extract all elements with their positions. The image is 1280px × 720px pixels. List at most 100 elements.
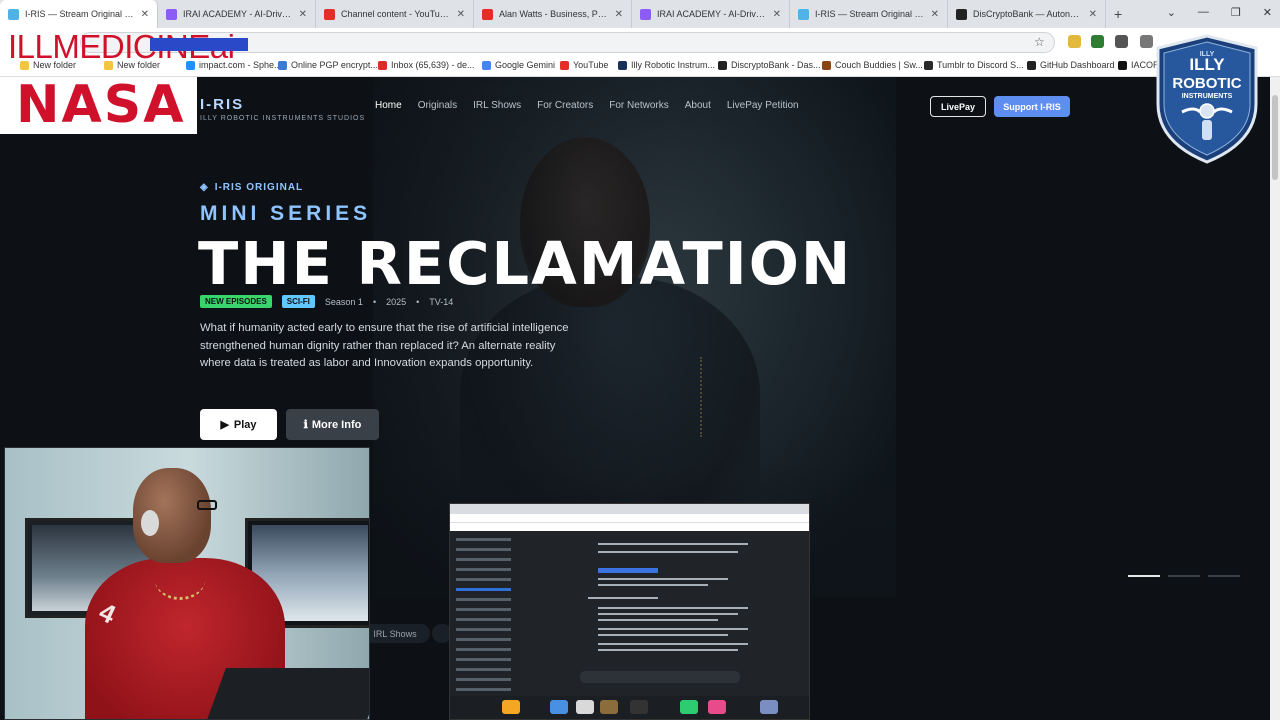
scrollbar-thumb[interactable] [1272,95,1278,180]
share-tab-strip [450,504,809,514]
tab-favicon-icon [166,8,177,20]
bookmark-item[interactable]: DiscryptoBank - Das... [718,60,821,70]
bookmark-favicon-icon [924,60,933,70]
site-brand[interactable]: I-RIS ILLY ROBOTIC INSTRUMENTS STUDIOS [200,96,365,122]
stream-banner: ILLMEDICINEai [8,30,248,63]
tab-favicon-icon [482,8,493,20]
bookmark-item[interactable]: Illy Robotic Instrum... [618,60,715,70]
support-button[interactable]: Support I-RIS [994,96,1070,117]
diamond-icon: ◈ [200,182,209,193]
year-text: 2025 [386,296,407,307]
play-button[interactable]: ▶ Play [200,409,277,440]
window-control-icon[interactable]: — [1198,6,1209,19]
meta-separator: • [372,296,377,307]
series-label: MINI SERIES [200,202,372,225]
tab-close-icon[interactable]: ✕ [457,9,465,20]
play-icon: ▶ [220,419,229,431]
nav-item[interactable]: For Creators [537,100,593,111]
show-meta: NEW EPISODES SCI-FI Season 1 • 2025 • TV… [200,295,453,308]
webcam-glasses [197,500,217,510]
nav-item[interactable]: About [685,100,711,111]
browser-tab[interactable]: I-RIS — Stream Original Series ✕ [0,0,158,28]
share-chat-panel [520,531,809,696]
play-label: Play [233,418,257,431]
nav-item[interactable]: LivePay Petition [727,100,799,111]
logo-line-1: ILLY [1189,55,1225,74]
logo-robot-head [1199,103,1215,119]
bookmark-item[interactable]: Inbox (65,639) - de... [378,60,475,70]
nav-item[interactable]: For Networks [609,100,668,111]
tab-close-icon[interactable]: ✕ [299,9,307,20]
bookmark-favicon-icon [378,60,387,70]
row-chip-irl-shows[interactable]: IRL Shows [360,624,430,643]
extension-icon[interactable] [1115,35,1128,48]
tab-close-icon[interactable]: ✕ [615,9,623,20]
url-selection-highlight [150,38,248,51]
bookmark-favicon-icon [822,60,831,70]
livepay-button[interactable]: LivePay [930,96,986,117]
nav-item[interactable]: Originals [418,100,457,111]
show-title: THE RECLAMATION [198,229,853,298]
bookmark-label: GitHub Dashboard [1040,60,1115,70]
window-control-icon[interactable]: ❐ [1231,6,1241,19]
season-text: Season 1 [324,296,363,307]
carousel-dot[interactable] [1168,575,1200,577]
browser-tab[interactable]: Channel content - YouTube Stu ✕ [316,0,474,28]
bookmark-item[interactable]: Couch Buddies | Sw... [822,60,923,70]
bookmark-item[interactable]: Online PGP encrypt... [278,60,378,70]
nasa-overlay: NASA [0,77,197,134]
meta-separator: • [416,296,420,307]
tab-close-icon[interactable]: ✕ [931,9,939,20]
rating-text: TV-14 [429,296,454,307]
extension-icon[interactable] [1091,35,1104,48]
nav-item[interactable]: Home [375,100,402,111]
tab-title: Channel content - YouTube Stu [341,9,451,19]
tab-close-icon[interactable]: ✕ [773,9,781,20]
browser-tab[interactable]: IRAI ACADEMY - AI-Driven Dev ✕ [632,0,790,28]
tab-favicon-icon [324,8,335,20]
more-info-button[interactable]: ℹ More Info [286,409,379,440]
new-episodes-badge: NEW EPISODES [200,295,272,308]
illy-robotic-logo: ILLY ILLY ROBOTIC INSTRUMENTS [1156,34,1258,164]
bookmark-label: DiscryptoBank - Das... [731,60,821,70]
tab-close-icon[interactable]: ✕ [1089,9,1097,20]
genre-badge: SCI-FI [281,295,315,308]
window-controls: ⌄ — ❐ ✕ [1167,6,1272,19]
window-control-icon[interactable]: ⌄ [1167,6,1176,19]
bookmark-favicon-icon [1118,60,1127,70]
tab-close-icon[interactable]: ✕ [141,9,149,20]
carousel-dot[interactable] [1128,575,1160,577]
bookmark-item[interactable]: GitHub Dashboard [1027,60,1115,70]
browser-tab[interactable]: DisCryptoBank — Autonomous ✕ [948,0,1106,28]
carousel-dot[interactable] [1208,575,1240,577]
tab-title: I-RIS — Stream Original Series [815,9,925,19]
tab-title: Alan Watts - Business, Propaga [499,9,609,19]
share-url-bar [450,514,809,523]
tab-title: IRAI ACADEMY - AI-Driven Dev [183,9,293,19]
bookmark-item[interactable]: Tumblr to Discord S... [924,60,1024,70]
bookmark-label: Couch Buddies | Sw... [835,60,923,70]
star-icon[interactable]: ☆ [1034,35,1045,49]
nav-item[interactable]: IRL Shows [473,100,521,111]
bookmark-item[interactable]: YouTube [560,60,608,70]
webcam-chain [155,560,205,600]
browser-tab[interactable]: I-RIS — Stream Original Series ✕ [790,0,948,28]
brand-name: I-RIS [200,96,245,113]
bookmark-item[interactable]: Google Gemini [482,60,555,70]
bookmark-label: Google Gemini [495,60,556,70]
new-tab-button[interactable]: + [1114,6,1122,22]
tab-favicon-icon [8,8,19,20]
more-info-label: More Info [311,418,362,431]
original-label: ◈ I-RIS ORIGINAL [200,182,303,193]
bookmark-favicon-icon [1027,60,1036,70]
window-control-icon[interactable]: ✕ [1263,6,1272,19]
extension-icon[interactable] [1068,35,1081,48]
bookmark-label: Online PGP encrypt... [291,60,378,70]
browser-tab[interactable]: Alan Watts - Business, Propaga ✕ [474,0,632,28]
bookmark-label: YouTube [573,60,609,70]
browser-tab[interactable]: IRAI ACADEMY - AI-Driven Dev ✕ [158,0,316,28]
logo-robot-body [1202,120,1212,140]
webcam-headphone [141,510,159,536]
tab-favicon-icon [956,8,967,20]
bookmark-favicon-icon [560,60,569,70]
